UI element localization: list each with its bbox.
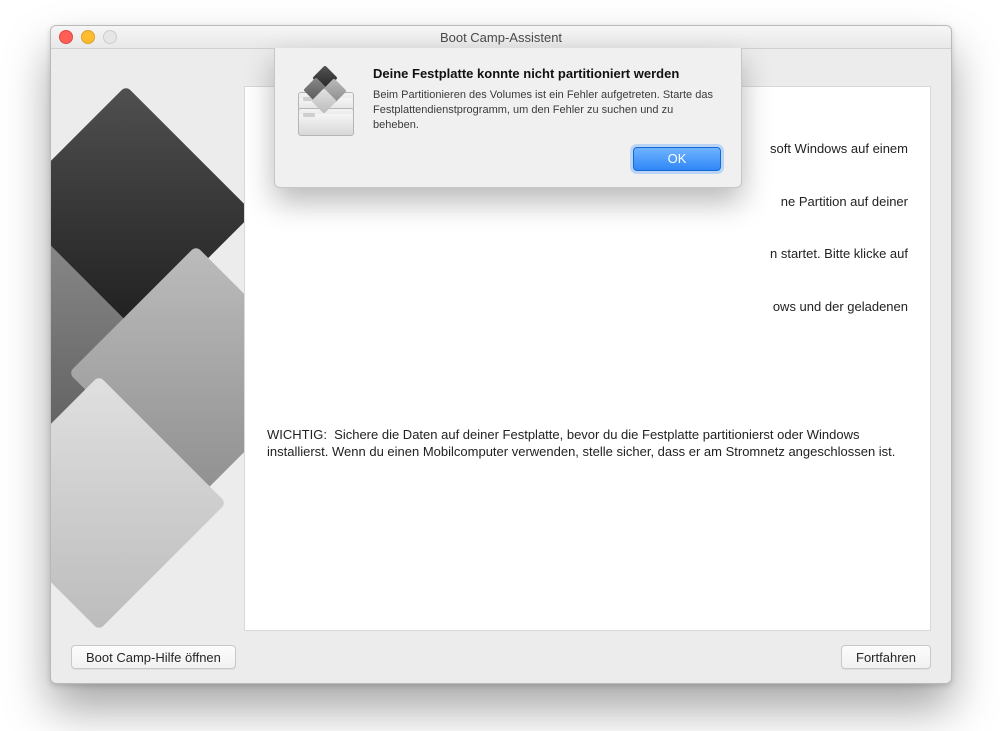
open-help-button[interactable]: Boot Camp-Hilfe öffnen <box>71 645 236 669</box>
bootcamp-window: Boot Camp-Assistent soft Windows auf ein… <box>50 25 952 684</box>
continue-button[interactable]: Fortfahren <box>841 645 931 669</box>
error-message: Deine Festplatte konnte nicht partitioni… <box>373 66 721 171</box>
bootcamp-badge-icon <box>305 66 345 106</box>
drive-icon <box>298 108 354 136</box>
bottom-bar: Boot Camp-Hilfe öffnen Fortfahren <box>51 631 951 683</box>
continue-label: Fortfahren <box>856 650 916 665</box>
window-title: Boot Camp-Assistent <box>440 30 562 45</box>
window-controls <box>59 30 117 44</box>
minimize-icon[interactable] <box>81 30 95 44</box>
error-sheet: Deine Festplatte konnte nicht partitioni… <box>274 48 742 188</box>
ok-label: OK <box>668 151 687 166</box>
titlebar: Boot Camp-Assistent <box>51 26 951 49</box>
error-body: Beim Partitionieren des Volumes ist ein … <box>373 88 721 133</box>
ok-button[interactable]: OK <box>633 147 721 171</box>
open-help-label: Boot Camp-Hilfe öffnen <box>86 650 221 665</box>
error-heading: Deine Festplatte konnte nicht partitioni… <box>373 66 721 82</box>
close-icon[interactable] <box>59 30 73 44</box>
important-text: WICHTIG: Sichere die Daten auf deiner Fe… <box>267 426 908 461</box>
drive-stack-icon <box>293 66 357 130</box>
zoom-icon <box>103 30 117 44</box>
